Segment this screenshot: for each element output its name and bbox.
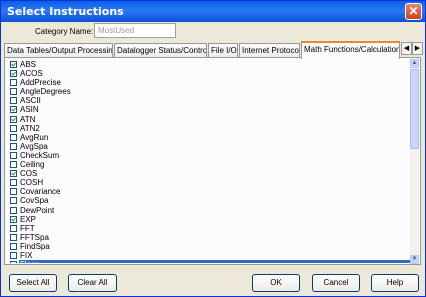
instruction-checkbox[interactable] — [10, 197, 17, 205]
instruction-checkbox[interactable] — [10, 179, 17, 187]
tab-scroll-right-icon[interactable]: ▶ — [412, 42, 423, 55]
instruction-label: ABS — [20, 60, 37, 69]
instruction-label: Ceiling — [20, 160, 45, 170]
instruction-item[interactable]: ASIN — [10, 105, 412, 114]
instruction-label: CovSpa — [20, 196, 49, 206]
instruction-item[interactable]: ACOS — [10, 69, 412, 78]
instruction-item[interactable]: EXP — [10, 215, 412, 224]
instruction-item[interactable]: AddPrecise — [10, 78, 412, 87]
tab-file-io[interactable]: File I/O — [208, 43, 238, 58]
instruction-checkbox[interactable] — [10, 142, 17, 150]
instruction-label: ASIN — [20, 105, 39, 115]
instruction-item[interactable]: FIX — [10, 251, 412, 260]
instruction-list: ABS ACOS AddPrecise AngleDegrees ASCII ASIN AT… — [10, 60, 412, 263]
vertical-scrollbar[interactable]: ▲ ▼ — [410, 59, 419, 264]
instruction-item[interactable]: Floor — [10, 260, 412, 263]
instruction-checkbox[interactable] — [10, 106, 17, 114]
instruction-checkbox[interactable] — [10, 170, 17, 178]
instruction-item[interactable]: AngleDegrees — [10, 87, 412, 96]
tab-internet-protocols[interactable]: Internet Protocols — [239, 43, 300, 58]
title-bar[interactable]: Select Instructions ✕ — [1, 1, 425, 22]
scroll-up-icon[interactable]: ▲ — [410, 59, 419, 68]
tab-panel: ABS ACOS AddPrecise AngleDegrees ASCII ASIN AT… — [4, 57, 421, 265]
instruction-item[interactable]: COS — [10, 169, 412, 178]
category-name-label: Category Name: — [35, 27, 94, 36]
instruction-label: EXP — [20, 214, 37, 224]
instruction-item[interactable]: AvgSpa — [10, 142, 412, 151]
instruction-label: AvgSpa — [20, 141, 48, 151]
instruction-item[interactable]: Ceiling — [10, 160, 412, 169]
instruction-label: FFTSpa — [20, 232, 49, 242]
instruction-checkbox[interactable] — [10, 206, 17, 214]
instruction-item[interactable]: ATN — [10, 115, 412, 124]
instruction-checkbox[interactable] — [10, 124, 17, 132]
instruction-label: Floor — [19, 260, 412, 263]
instruction-checkbox[interactable] — [10, 242, 17, 250]
instruction-checkbox[interactable] — [10, 261, 17, 263]
instruction-label: COS — [20, 169, 38, 179]
instruction-label: Covariance — [20, 187, 61, 197]
instruction-label: ATN — [20, 114, 36, 124]
instruction-checkbox[interactable] — [10, 133, 17, 141]
instruction-label: AddPrecise — [20, 78, 61, 88]
instruction-item[interactable]: FFTSpa — [10, 233, 412, 242]
select-instructions-dialog: Select Instructions ✕ Category Name: Dat… — [0, 0, 426, 297]
instruction-label: DewPoint — [20, 205, 55, 215]
instruction-item[interactable]: ABS — [10, 60, 412, 69]
instruction-item[interactable]: CheckSum — [10, 151, 412, 160]
tab-scroll-left-icon[interactable]: ◀ — [401, 42, 412, 55]
instruction-checkbox[interactable] — [10, 79, 17, 87]
instruction-checkbox[interactable] — [10, 215, 17, 223]
tab-math-functions[interactable]: Math Functions/Calculations — [301, 41, 400, 59]
window-title: Select Instructions — [7, 5, 124, 18]
scrollbar-thumb[interactable] — [410, 69, 419, 149]
instruction-checkbox[interactable] — [10, 233, 17, 241]
tab-datalogger-status[interactable]: Datalogger Status/Control — [114, 43, 207, 58]
instruction-checkbox[interactable] — [10, 88, 17, 96]
instruction-checkbox[interactable] — [10, 97, 17, 105]
clear-all-button[interactable]: Clear All — [68, 274, 117, 292]
instruction-checkbox[interactable] — [10, 161, 17, 169]
instruction-label: AngleDegrees — [20, 87, 71, 97]
instruction-label: FindSpa — [20, 241, 50, 251]
help-button[interactable]: Help — [371, 274, 419, 292]
instruction-checkbox[interactable] — [10, 61, 17, 68]
instruction-item[interactable]: ASCII — [10, 96, 412, 105]
instruction-item[interactable]: CovSpa — [10, 196, 412, 205]
close-button[interactable]: ✕ — [405, 3, 422, 20]
instruction-item[interactable]: Covariance — [10, 187, 412, 196]
instruction-checkbox[interactable] — [10, 70, 17, 78]
instruction-checkbox[interactable] — [10, 151, 17, 159]
tab-data-tables[interactable]: Data Tables/Output Processing — [4, 43, 113, 58]
instruction-label: ATN2 — [20, 123, 40, 133]
instruction-label: FFT — [20, 223, 35, 233]
instruction-item[interactable]: ATN2 — [10, 124, 412, 133]
cancel-button[interactable]: Cancel — [312, 274, 360, 292]
instruction-checkbox[interactable] — [10, 188, 17, 196]
instruction-label: FIX — [20, 250, 33, 260]
instruction-checkbox[interactable] — [10, 224, 17, 232]
scroll-down-icon[interactable]: ▼ — [410, 255, 419, 264]
ok-button[interactable]: OK — [252, 274, 300, 292]
instruction-item[interactable]: FFT — [10, 224, 412, 233]
instruction-label: ASCII — [20, 96, 41, 106]
category-name-field[interactable] — [94, 23, 176, 38]
select-all-button[interactable]: Select All — [9, 274, 57, 292]
instruction-item[interactable]: AvgRun — [10, 133, 412, 142]
instruction-item[interactable]: FindSpa — [10, 242, 412, 251]
instruction-checkbox[interactable] — [10, 115, 17, 123]
instruction-label: CheckSum — [20, 150, 60, 160]
instruction-label: AvgRun — [20, 132, 49, 142]
instruction-label: COSH — [20, 178, 44, 188]
instruction-item[interactable]: COSH — [10, 178, 412, 187]
instruction-checkbox[interactable] — [10, 251, 17, 259]
instruction-item[interactable]: DewPoint — [10, 206, 412, 215]
instruction-label: ACOS — [20, 69, 43, 79]
